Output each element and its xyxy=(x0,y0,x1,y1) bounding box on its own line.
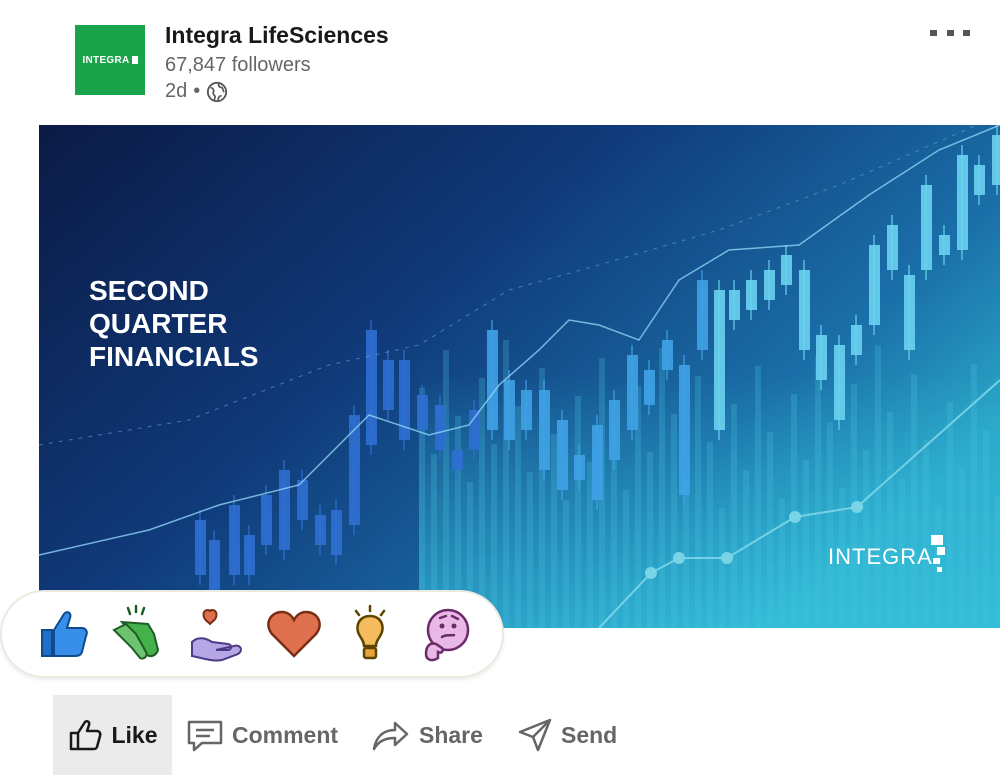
comment-label: Comment xyxy=(232,721,339,748)
thumbs-up-icon[interactable] xyxy=(32,604,92,664)
candle-body xyxy=(229,505,240,575)
post-action-bar: Like Comment Share Send xyxy=(0,692,1000,781)
candle-body xyxy=(714,290,725,430)
send-label: Send xyxy=(561,721,618,748)
candle-body xyxy=(452,450,463,470)
candle-body xyxy=(887,225,898,270)
candle-body xyxy=(729,290,740,320)
candle-body xyxy=(644,370,655,405)
candle-body xyxy=(521,390,532,430)
company-logo[interactable]: INTEGRA xyxy=(75,25,145,95)
candle-body xyxy=(417,395,428,430)
candle-body xyxy=(764,270,775,300)
candle-body xyxy=(781,255,792,285)
meta-separator: • xyxy=(193,80,201,102)
headline-line-1: SECOND xyxy=(89,275,209,306)
candle-body xyxy=(992,135,1000,185)
clapping-hands-icon[interactable] xyxy=(108,604,168,664)
share-arrow-icon xyxy=(372,721,409,751)
candle-body xyxy=(939,235,950,255)
candle-body xyxy=(504,380,515,440)
candle-body xyxy=(315,515,326,545)
candle-body xyxy=(921,185,932,270)
candle-body xyxy=(366,330,377,445)
heart-icon[interactable] xyxy=(264,604,324,664)
candle-body xyxy=(244,535,255,575)
candle-body xyxy=(557,420,568,490)
candle-body xyxy=(851,325,862,355)
share-button[interactable]: Share xyxy=(371,695,483,775)
candle-body xyxy=(799,270,810,350)
candle-body xyxy=(697,280,708,350)
post-meta: 2d • xyxy=(165,80,228,103)
candle-body xyxy=(904,275,915,350)
candle-body xyxy=(957,155,968,250)
candle-body xyxy=(816,335,827,380)
candle-body xyxy=(746,280,757,310)
logo-text: INTEGRA xyxy=(82,54,130,66)
thumbs-up-outline-icon xyxy=(70,719,102,751)
candle-body xyxy=(662,340,673,370)
candle-body xyxy=(487,330,498,430)
candle-body xyxy=(349,415,360,525)
reaction-picker xyxy=(2,592,502,676)
candle-body xyxy=(331,510,342,555)
candle-body xyxy=(539,390,550,470)
candle-body xyxy=(279,470,290,550)
globe-icon xyxy=(207,81,228,102)
thinking-face-icon[interactable] xyxy=(416,604,476,664)
heart-hand-icon[interactable] xyxy=(188,604,248,664)
headline-line-2: QUARTER xyxy=(89,308,227,339)
candle-body xyxy=(261,495,272,545)
candle-body xyxy=(383,360,394,410)
candle-body xyxy=(195,520,206,575)
candle-body xyxy=(609,400,620,460)
headline-line-3: FINANCIALS xyxy=(89,341,259,372)
comment-icon xyxy=(187,720,223,752)
candle-body xyxy=(209,540,220,595)
candle-body xyxy=(435,405,446,450)
candle-body xyxy=(592,425,603,500)
lightbulb-icon[interactable] xyxy=(340,604,400,664)
candle-body xyxy=(469,410,480,450)
more-options-button[interactable] xyxy=(930,22,970,44)
candle-body xyxy=(297,480,308,520)
post-header: INTEGRA Integra LifeSciences 67,847 foll… xyxy=(0,0,1000,125)
like-button[interactable]: Like xyxy=(53,695,172,775)
share-label: Share xyxy=(419,721,483,748)
send-button[interactable]: Send xyxy=(517,695,617,775)
company-name[interactable]: Integra LifeSciences xyxy=(165,22,389,49)
candle-body xyxy=(869,245,880,325)
candle-body xyxy=(974,165,985,195)
candle-body xyxy=(627,355,638,430)
brand-watermark: INTEGRA xyxy=(828,544,933,569)
send-icon xyxy=(518,718,552,752)
post-time: 2d xyxy=(165,80,188,102)
follower-count: 67,847 followers xyxy=(165,54,311,76)
logo-mark xyxy=(131,56,138,64)
financial-chart-graphic: SECOND QUARTER FINANCIALS INTEGRA xyxy=(39,125,1000,628)
like-label: Like xyxy=(111,721,158,748)
ellipsis-icon xyxy=(930,30,937,36)
candle-body xyxy=(679,365,690,495)
candle-body xyxy=(834,345,845,420)
comment-button[interactable]: Comment xyxy=(186,695,338,775)
post-image[interactable]: SECOND QUARTER FINANCIALS INTEGRA xyxy=(39,125,1000,628)
candle-body xyxy=(574,455,585,480)
